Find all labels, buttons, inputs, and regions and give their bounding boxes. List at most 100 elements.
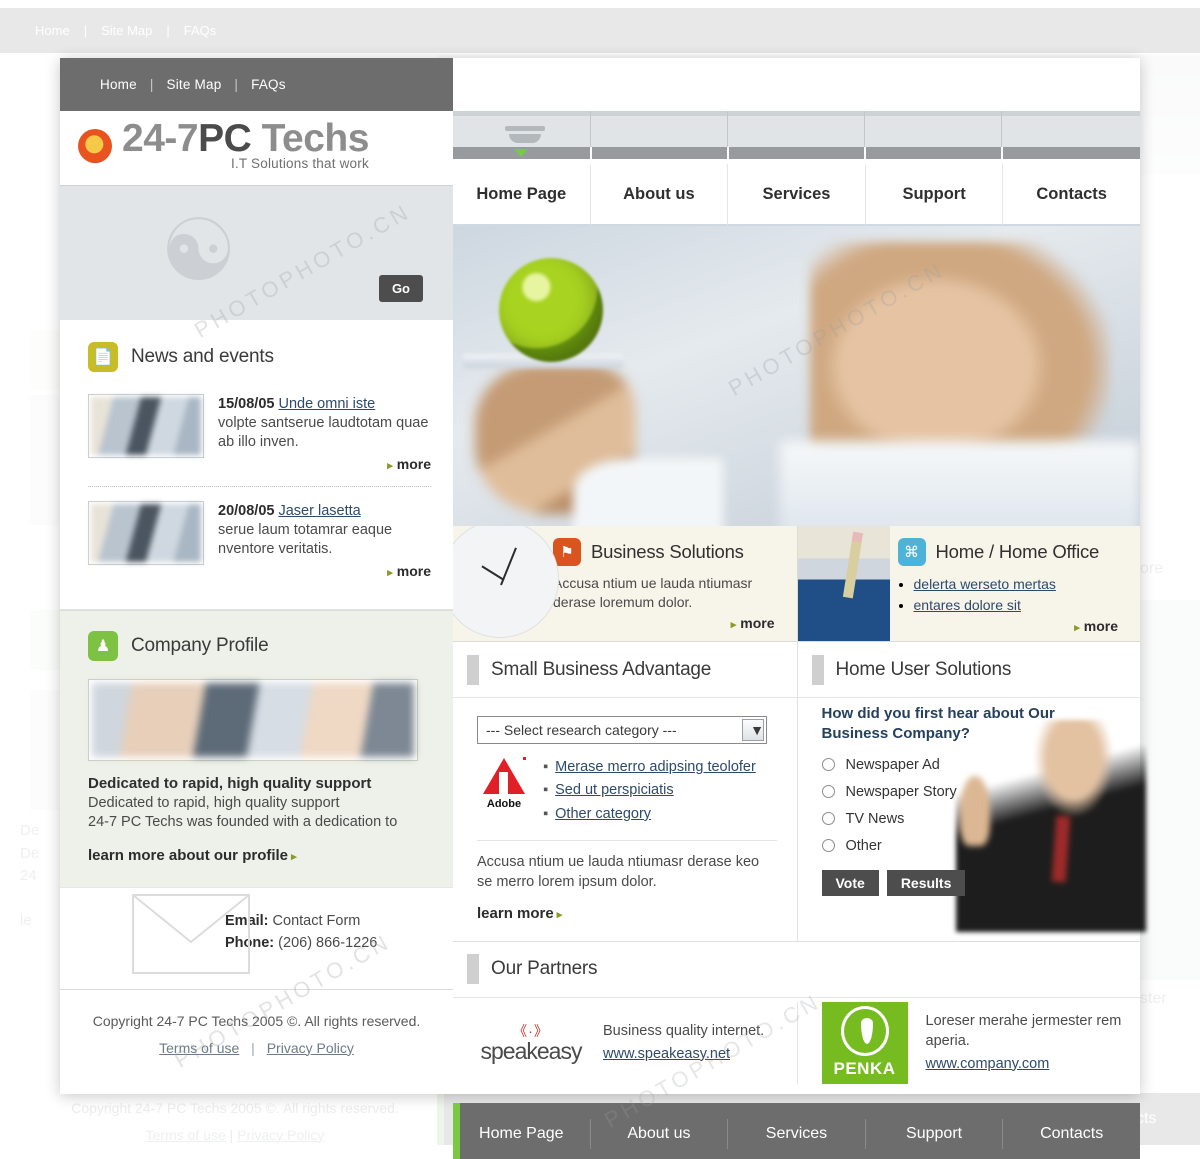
topbar-link-faqs[interactable]: FAQs	[251, 77, 286, 92]
research-link-2[interactable]: Sed ut perspiciatis	[555, 782, 673, 798]
partner-penka: PENKA Loreser merahe jermester rem aperi…	[796, 1001, 1141, 1084]
profile-more-link[interactable]: learn more about our profile	[88, 847, 297, 864]
search-input[interactable]	[82, 275, 402, 302]
profile-heading: Dedicated to rapid, high quality support	[88, 774, 372, 792]
copyright-section: Copyright 24-7 PC Techs 2005 ©. All righ…	[60, 988, 453, 1077]
promo-link-1[interactable]: delerta werseto mertas	[914, 576, 1056, 592]
small-business-more-link[interactable]: learn more	[477, 905, 562, 922]
partner-url-link[interactable]: www.speakeasy.net	[603, 1044, 764, 1064]
promo-title: Business Solutions	[591, 541, 744, 562]
footnav-item-services[interactable]: Services	[728, 1118, 866, 1149]
bg-topbar-home: Home	[35, 23, 70, 38]
profile-line-2: 24-7 PC Techs was founded with a dedicat…	[88, 814, 398, 831]
profile-header: ♟ Company Profile	[88, 630, 431, 661]
main-navigation: Home Page About us Services Support Cont…	[453, 163, 1140, 226]
bg-more-text: ore	[1140, 560, 1164, 577]
poll-option-row[interactable]: TV News	[821, 811, 1121, 827]
nav-item-support[interactable]: Support	[866, 163, 1004, 225]
partner-description: Business quality internet.	[603, 1023, 765, 1040]
research-link-3[interactable]: Other category	[555, 806, 651, 822]
footnav-item-about-us[interactable]: About us	[591, 1118, 729, 1149]
poll-option-row[interactable]: Newspaper Story	[821, 784, 1121, 800]
poll-option-label[interactable]: Other	[846, 838, 882, 854]
brand-text: 24-7PC Techs I.T Solutions that work	[122, 117, 369, 171]
green-globe-icon	[499, 258, 603, 362]
news-text: serue laum totamrar eaque nventore verit…	[218, 522, 393, 558]
news-more-link[interactable]: more	[218, 562, 431, 581]
poll-option-label[interactable]: Newspaper Ad	[846, 757, 940, 773]
brand-title-part2: PC	[198, 117, 252, 160]
promo-link-2[interactable]: entares dolore sit	[914, 597, 1021, 613]
topbar-link-home[interactable]: Home	[100, 77, 137, 92]
brand-header: 24-7PC Techs I.T Solutions that work	[60, 111, 453, 185]
email-row: Email: Contact Form	[225, 910, 453, 932]
nav-item-services[interactable]: Services	[728, 163, 866, 225]
poll-title: Home User Solutions	[835, 658, 1012, 680]
news-date: 20/08/05	[218, 502, 275, 519]
news-headline-link[interactable]: Jaser lasetta	[278, 503, 360, 519]
research-link-1[interactable]: Merase merro adipsing teolofer	[555, 759, 756, 775]
nav-item-about-us[interactable]: About us	[591, 163, 729, 225]
promo-title: Home / Home Office	[935, 541, 1100, 562]
contact-section: Email: Contact Form Phone: (206) 866-122…	[60, 886, 453, 989]
list-item: 15/08/05 Unde omni iste volpte santserue…	[88, 390, 431, 484]
adobe-logo: Adobe	[477, 756, 531, 826]
promo-more-link[interactable]: more	[553, 615, 781, 631]
topnav-dark-bar	[453, 147, 1140, 159]
promo-home-office: ⌘ Home / Home Office delerta werseto mer…	[796, 526, 1140, 641]
poll-option-row[interactable]: Newspaper Ad	[821, 757, 1121, 773]
chevron-down-icon[interactable]: ▼	[742, 719, 764, 741]
research-category-select[interactable]: --- Select research category --- ▼	[477, 716, 767, 744]
poll-option-label[interactable]: TV News	[846, 811, 905, 827]
header-tab-accent	[811, 654, 824, 685]
vote-button[interactable]: Vote	[821, 869, 879, 896]
website-mockup: Home | Site Map | FAQs 24-7PC Techs I.T …	[60, 58, 1146, 1159]
results-button[interactable]: Results	[886, 869, 966, 896]
partner-description: Loreser merahe jermester rem aperia.	[925, 1013, 1122, 1050]
radio-icon[interactable]	[821, 758, 835, 771]
footnav-item-home-page[interactable]: Home Page	[453, 1118, 591, 1149]
bg-topbar-sitemap: Site Map	[101, 23, 153, 38]
news-more-link[interactable]: more	[218, 455, 431, 474]
go-button[interactable]: Go	[378, 275, 423, 302]
news-headline-link[interactable]: Unde omni iste	[278, 396, 375, 412]
nav-item-home-page[interactable]: Home Page	[453, 163, 591, 225]
partner-url-link[interactable]: www.company.com	[926, 1054, 1141, 1074]
news-date: 15/08/05	[218, 396, 275, 412]
promo-more-link[interactable]: more	[898, 618, 1125, 634]
privacy-link[interactable]: Privacy Policy	[267, 1040, 354, 1056]
speakeasy-word: speakeasy	[480, 1037, 583, 1064]
email-value[interactable]: Contact Form	[273, 913, 361, 929]
small-business-header: Small Business Advantage	[453, 642, 797, 698]
document-icon: 📄	[88, 342, 118, 372]
news-text: volpte santserue laudtotam quae ab illo …	[218, 415, 429, 451]
list-item: 20/08/05 Jaser lasetta serue laum totamr…	[88, 497, 431, 591]
news-title: News and events	[131, 346, 274, 367]
topbar-link-sitemap[interactable]: Site Map	[167, 77, 222, 92]
nav-item-contacts[interactable]: Contacts	[1003, 163, 1140, 225]
list-item: Other category	[543, 803, 756, 826]
radio-icon[interactable]	[821, 785, 835, 798]
copyright-text: Copyright 24-7 PC Techs 2005 ©. All righ…	[92, 1012, 421, 1029]
bg-topbar-sep1: |	[83, 23, 88, 38]
radio-icon[interactable]	[821, 812, 835, 825]
terms-link[interactable]: Terms of use	[159, 1040, 239, 1056]
promo-header: ⚑ Business Solutions	[553, 538, 781, 566]
footnav-item-contacts[interactable]: Contacts	[1003, 1119, 1140, 1149]
person-icon: ♟	[88, 630, 118, 661]
penka-word: PENKA	[833, 1059, 896, 1079]
home-user-solutions-box: Home User Solutions How did you first he…	[796, 642, 1146, 941]
topnav-strip	[453, 111, 1140, 164]
bg-partner-text: ster	[1140, 990, 1167, 1007]
poll-option-row[interactable]: Other	[821, 838, 1121, 854]
radio-icon[interactable]	[821, 839, 835, 852]
small-business-box: Small Business Advantage --- Select rese…	[453, 642, 797, 941]
profile-image	[88, 678, 418, 761]
poll-option-label[interactable]: Newspaper Story	[846, 784, 957, 800]
envelope-icon	[132, 893, 250, 974]
footnav-item-support[interactable]: Support	[866, 1118, 1004, 1149]
search-panel: Go	[60, 185, 453, 320]
profile-line-1: Dedicated to rapid, high quality support	[88, 794, 340, 811]
promo-row: ⚑ Business Solutions Accusa ntium ue lau…	[453, 526, 1140, 642]
company-profile-section: ♟ Company Profile Dedicated to rapid, hi…	[60, 609, 453, 887]
